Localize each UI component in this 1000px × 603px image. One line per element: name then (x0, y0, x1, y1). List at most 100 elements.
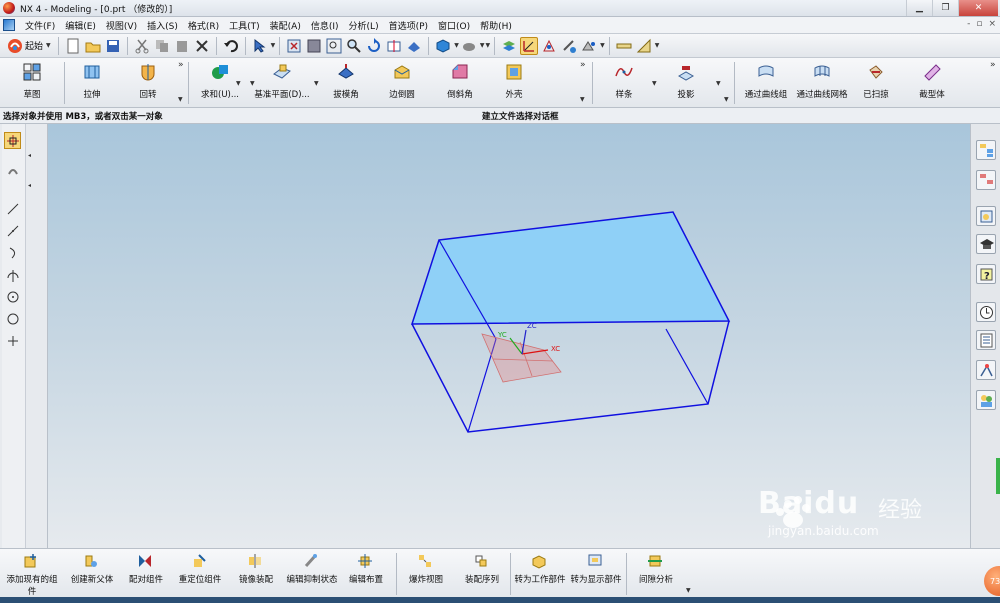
assembly-sequence-tool[interactable]: 装配序列 (452, 553, 512, 597)
edge-blend-label: 边倒圆 (389, 90, 415, 100)
revolve-tool[interactable]: 回转 (118, 61, 178, 105)
swept-tool[interactable]: 已扫掠 (846, 61, 906, 105)
menu-information[interactable]: 信息(I) (306, 19, 344, 32)
history-icon[interactable] (976, 206, 996, 226)
section-body-tool[interactable]: 截型体 (902, 61, 962, 105)
zoom-window-icon[interactable] (305, 37, 323, 55)
fit-icon[interactable] (285, 37, 303, 55)
draft-tool[interactable]: 拔模角 (316, 61, 376, 105)
view-icon[interactable] (405, 37, 423, 55)
roles-icon[interactable] (976, 390, 996, 410)
circle-center-icon[interactable] (4, 288, 21, 305)
through-curves-icon (755, 61, 777, 83)
graphics-window[interactable]: XC YC ZC Baidu 经验 jingyan.baidu.com (48, 124, 970, 548)
render-icon[interactable] (460, 37, 478, 55)
crosshair-select-icon[interactable] (4, 132, 21, 149)
reposition-component-tool[interactable]: 重定位组件 (170, 553, 230, 597)
start-button[interactable]: 起始 ▼ (4, 38, 54, 54)
minimize-button[interactable]: ▁ (906, 0, 932, 16)
zoom-icon[interactable] (325, 37, 343, 55)
measure-icon[interactable] (560, 37, 578, 55)
list-icon[interactable] (976, 330, 996, 350)
make-work-part-tool[interactable]: 转为工作部件 (510, 553, 570, 597)
add-component-icon (23, 553, 41, 571)
menu-window[interactable]: 窗口(O) (433, 19, 475, 32)
open-icon[interactable] (84, 37, 102, 55)
analysis-icon[interactable] (580, 37, 598, 55)
through-curves-tool[interactable]: 通过曲线组 (736, 61, 796, 105)
arc-icon[interactable] (4, 266, 21, 283)
delete-icon[interactable] (193, 37, 211, 55)
new-parent-tool[interactable]: 创建新父体 (62, 553, 122, 597)
spline-icon (613, 61, 635, 83)
help-icon[interactable]: ? (976, 264, 996, 284)
extrude-tool[interactable]: 拉伸 (62, 61, 122, 105)
assembly-navigator-icon[interactable] (976, 140, 996, 160)
menu-view[interactable]: 视图(V) (101, 19, 142, 32)
menu-insert[interactable]: 插入(S) (142, 19, 183, 32)
clearance-analysis-tool[interactable]: 间隙分析 (626, 553, 686, 597)
sketch-tool[interactable]: 草图 (2, 61, 62, 105)
doc-restore-button[interactable]: ▫ (976, 19, 982, 29)
copy-icon[interactable] (153, 37, 171, 55)
datum-plane-tool[interactable]: 基准平面(D)... (252, 61, 312, 105)
magnify-icon[interactable] (345, 37, 363, 55)
line-icon[interactable] (4, 200, 21, 217)
shell-tool[interactable]: 外壳 (484, 61, 544, 105)
doc-minimize-button[interactable]: - (967, 19, 970, 29)
part-navigator-icon[interactable] (976, 170, 996, 190)
menu-file[interactable]: 文件(F) (20, 19, 60, 32)
doc-close-button[interactable]: × (988, 19, 996, 29)
clock-icon[interactable] (976, 302, 996, 322)
menu-tools[interactable]: 工具(T) (224, 19, 265, 32)
extrude-icon (81, 61, 103, 83)
mirror-assembly-tool[interactable]: 镜像装配 (226, 553, 286, 597)
menu-analysis[interactable]: 分析(L) (344, 19, 384, 32)
point-icon[interactable] (4, 332, 21, 349)
layer-icon[interactable] (500, 37, 518, 55)
menu-help[interactable]: 帮助(H) (475, 19, 517, 32)
shaded-icon[interactable] (434, 37, 452, 55)
circle-icon[interactable] (4, 310, 21, 327)
restore-button[interactable]: ❐ (932, 0, 958, 16)
mate-component-tool[interactable]: 配对组件 (116, 553, 176, 597)
menu-edit[interactable]: 编辑(E) (60, 19, 101, 32)
menu-preferences[interactable]: 首选项(P) (384, 19, 433, 32)
training-icon[interactable] (976, 234, 996, 254)
edge-blend-tool[interactable]: 边倒圆 (372, 61, 432, 105)
close-button[interactable]: ✕ (958, 0, 998, 16)
edit-suppression-tool[interactable]: 编辑抑制状态 (282, 553, 342, 597)
snap-icon[interactable] (520, 36, 539, 55)
undo-icon[interactable] (222, 37, 240, 55)
add-component-tool[interactable]: 添加现有的组件 (2, 553, 62, 597)
exploded-view-tool[interactable]: 爆炸视图 (396, 553, 456, 597)
unite-tool[interactable]: 求和(U)... (190, 61, 250, 105)
select-filter-icon[interactable] (251, 37, 269, 55)
reposition-component-icon (191, 553, 209, 571)
pan-icon[interactable] (385, 37, 403, 55)
menu-bar: 文件(F) 编辑(E) 视图(V) 插入(S) 格式(R) 工具(T) 装配(A… (0, 17, 1000, 34)
save-icon[interactable] (104, 37, 122, 55)
snap-point-icon[interactable] (4, 162, 21, 179)
line-diagonal-icon[interactable] (4, 222, 21, 239)
make-displayed-part-tool[interactable]: 转为显示部件 (566, 553, 626, 597)
project-tool[interactable]: 投影 (656, 61, 716, 105)
spline-tool[interactable]: 样条 (594, 61, 654, 105)
datum-plane-icon (271, 61, 293, 83)
cut-icon[interactable] (133, 37, 151, 55)
menu-assembly[interactable]: 装配(A) (265, 19, 306, 32)
paste-icon[interactable] (173, 37, 191, 55)
extrude-label: 拉伸 (83, 90, 101, 100)
rotate-icon[interactable] (365, 37, 383, 55)
chamfer-tool[interactable]: 倒斜角 (430, 61, 490, 105)
arc-curve-icon[interactable] (4, 244, 21, 261)
edit-arrangement-tool[interactable]: 编辑布置 (336, 553, 396, 597)
menu-format[interactable]: 格式(R) (183, 19, 224, 32)
wcs-icon[interactable] (540, 37, 558, 55)
ruler-icon[interactable] (635, 37, 653, 55)
menu-logo-icon[interactable] (3, 19, 15, 31)
curve-mesh-tool[interactable]: 通过曲线网格 (792, 61, 852, 105)
process-icon[interactable] (976, 360, 996, 380)
new-icon[interactable] (64, 37, 82, 55)
grid-icon[interactable] (615, 37, 633, 55)
